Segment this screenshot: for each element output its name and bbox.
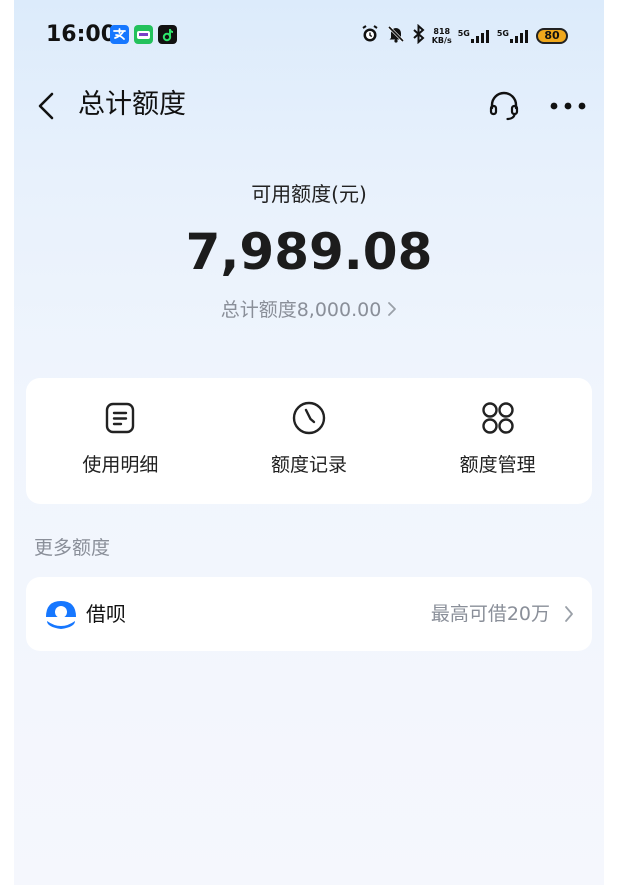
nav-bar: 总计额度 — [14, 72, 604, 138]
douyin-icon — [158, 25, 177, 44]
network-speed: 818 KB/s — [432, 27, 452, 45]
signal-bars-icon — [470, 30, 489, 43]
available-credit-amount: 7,989.08 — [185, 223, 433, 281]
section-title-more-credit: 更多额度 — [34, 537, 111, 559]
list-detail-icon — [102, 400, 138, 436]
action-credit-record[interactable]: 额度记录 — [215, 378, 404, 504]
customer-service-button[interactable] — [484, 86, 524, 126]
page-title: 总计额度 — [78, 89, 186, 120]
phone-screen: 16:00 818 KB/s 5G 5G 80 总计额度 可用额度(元) 7,9… — [14, 0, 604, 885]
chevron-right-icon — [564, 605, 574, 627]
signal-label: 5G — [457, 29, 470, 38]
bluetooth-icon — [412, 23, 426, 48]
available-credit-label: 可用额度(元) — [251, 182, 367, 206]
signal-bars-icon — [510, 30, 528, 43]
wechat-pay-icon — [134, 25, 153, 44]
action-label: 额度管理 — [459, 454, 536, 476]
back-button[interactable] — [32, 86, 62, 126]
mute-icon — [386, 24, 406, 48]
actions-card: 使用明细 额度记录 额度管理 — [26, 378, 592, 504]
more-button[interactable] — [546, 86, 590, 126]
total-credit-text: 总计额度8,000.00 — [220, 299, 382, 321]
headset-icon — [489, 91, 519, 121]
total-credit-link[interactable]: 总计额度8,000.00 — [14, 296, 604, 325]
alarm-icon — [360, 24, 380, 48]
network-speed-value: 818 — [433, 27, 451, 36]
signal-label: 5G — [496, 29, 509, 38]
jiebei-logo-icon — [44, 597, 78, 631]
alipay-icon — [110, 25, 129, 44]
action-usage-detail[interactable]: 使用明细 — [26, 378, 215, 504]
credit-item-name: 借呗 — [86, 602, 126, 626]
credit-item-jiebei[interactable]: 借呗 最高可借20万 — [26, 577, 592, 651]
network-speed-unit: KB/s — [431, 36, 452, 45]
status-time: 16:00 — [46, 22, 117, 47]
credit-item-desc: 最高可借20万 — [430, 603, 550, 625]
more-icon — [550, 102, 586, 110]
chevron-left-icon — [38, 92, 54, 120]
signal-2: 5G — [497, 29, 530, 43]
battery-indicator: 80 — [536, 28, 568, 44]
chevron-right-icon — [387, 297, 397, 325]
signal-1: 5G — [458, 29, 491, 43]
action-label: 使用明细 — [82, 454, 159, 476]
action-label: 额度记录 — [271, 454, 348, 476]
clock-icon — [291, 400, 327, 436]
action-credit-manage[interactable]: 额度管理 — [403, 378, 592, 504]
status-indicators: 818 KB/s 5G 5G 80 — [360, 22, 568, 50]
status-bar: 16:00 818 KB/s 5G 5G 80 — [14, 0, 604, 72]
grid-apps-icon — [480, 400, 516, 436]
